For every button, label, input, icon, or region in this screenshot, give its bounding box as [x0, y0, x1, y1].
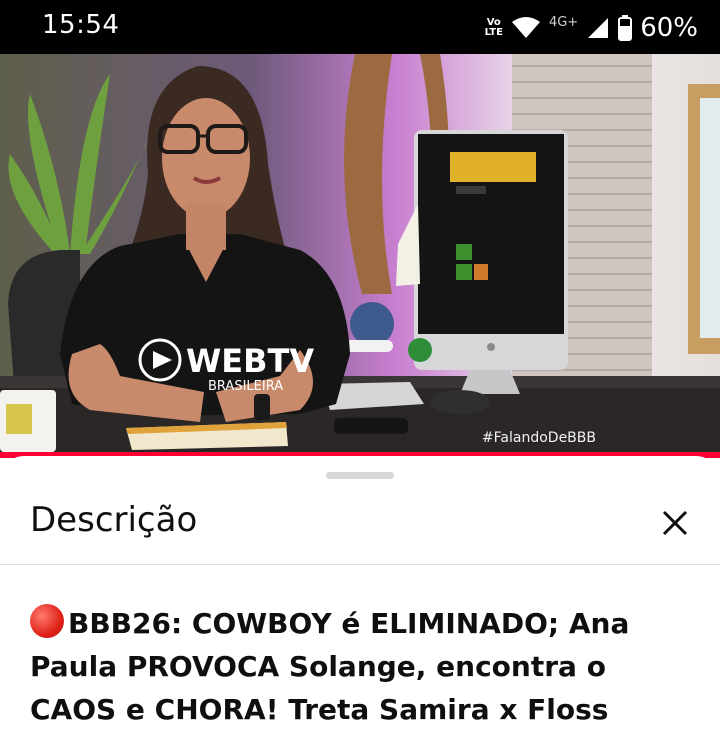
- video-hashtag-overlay: #FalandoDeBBB: [481, 430, 596, 446]
- drag-handle[interactable]: [326, 472, 394, 479]
- video-player[interactable]: WEBTV BRASILEIRA #FalandoDeBBB: [0, 54, 720, 458]
- volte-icon: Vo LTE: [484, 17, 503, 38]
- signal-icon: [588, 18, 609, 38]
- close-button[interactable]: [652, 500, 698, 546]
- close-icon: [662, 510, 688, 536]
- battery-icon: [618, 15, 633, 41]
- panel-title: Descrição: [30, 500, 198, 540]
- battery-percent: 60%: [640, 13, 698, 43]
- divider: [0, 564, 720, 565]
- wifi-icon: [511, 17, 540, 38]
- description-panel: Descrição BBB26: COWBOY é ELIMINADO; Ana…: [0, 456, 720, 752]
- video-title: BBB26: COWBOY é ELIMINADO; Ana Paula PRO…: [30, 602, 700, 731]
- svg-text:WEBTV: WEBTV: [186, 342, 314, 380]
- video-frame: WEBTV BRASILEIRA: [0, 54, 720, 458]
- clock: 15:54: [42, 10, 120, 40]
- network-type: 4G+: [548, 14, 579, 30]
- red-circle-icon: [30, 604, 64, 638]
- status-bar: 15:54 Vo LTE 4G+ 60%: [0, 0, 720, 54]
- status-icons: Vo LTE 4G+ 60%: [485, 12, 698, 44]
- svg-text:BRASILEIRA: BRASILEIRA: [208, 379, 283, 394]
